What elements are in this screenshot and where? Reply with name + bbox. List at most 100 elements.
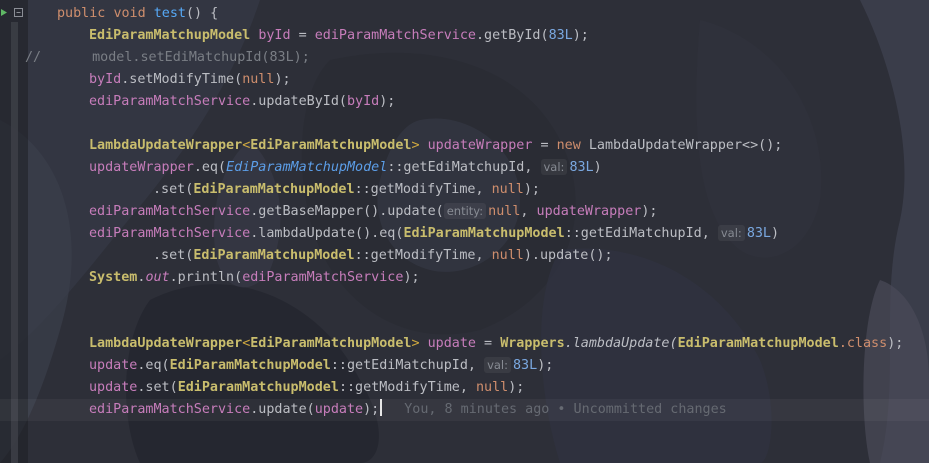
operator: = <box>532 138 557 153</box>
param-hint: entity: <box>443 203 487 219</box>
variable: update <box>89 380 138 395</box>
punctuation: > <box>411 336 428 351</box>
static-field: out <box>145 270 170 285</box>
operator: = <box>476 336 501 351</box>
type-name: EdiParamMatchupModel <box>250 138 412 153</box>
punctuation: ); <box>379 94 396 109</box>
type-name: EdiParamMatchupModel <box>403 226 565 241</box>
commented-code: model.setEdiMatchupId(83L); <box>92 50 310 65</box>
param-hint: val: <box>540 159 568 175</box>
variable: byId <box>347 94 380 109</box>
code-line-13[interactable]: LambdaUpdateWrapper<EdiParamMatchupModel… <box>89 333 903 355</box>
keyword: null <box>488 204 521 219</box>
code-line-8[interactable]: .set(EdiParamMatchupModel::getModifyTime… <box>153 179 540 201</box>
punctuation: ); <box>403 270 420 285</box>
punctuation: ); <box>887 336 904 351</box>
method-ref: ::getEdiMatchupId, <box>330 358 485 373</box>
code-line-11[interactable]: .set(EdiParamMatchupModel::getModifyTime… <box>153 245 613 267</box>
method-call: .lambdaUpdate().eq( <box>250 226 404 241</box>
keyword: void <box>113 6 146 21</box>
punctuation: ); <box>363 402 380 417</box>
punctuation: ); <box>641 204 658 219</box>
method-call: .setModifyTime( <box>121 72 243 87</box>
punctuation: ).update(); <box>523 248 613 263</box>
type-name: EdiParamMatchupModel <box>226 160 388 175</box>
code-line-5[interactable]: ediParamMatchService.updateById(byId); <box>89 91 395 113</box>
operator: = <box>290 28 315 43</box>
code-line-14[interactable]: update.eq(EdiParamMatchupModel::getEdiMa… <box>89 355 553 377</box>
method-call: .set( <box>153 248 194 263</box>
code-line-9[interactable]: ediParamMatchService.getBaseMapper().upd… <box>89 201 657 223</box>
punctuation: ) <box>593 160 602 175</box>
method-call: .eq( <box>137 358 170 373</box>
code-line-6[interactable]: LambdaUpdateWrapper<EdiParamMatchupModel… <box>89 135 782 157</box>
code-line-10[interactable]: ediParamMatchService.lambdaUpdate().eq(E… <box>89 223 779 245</box>
keyword: public <box>57 6 106 21</box>
method-call: .set( <box>137 380 178 395</box>
punctuation: ); <box>274 72 291 87</box>
punctuation: ); <box>523 182 540 197</box>
type-name: EdiParamMatchupModel <box>193 248 355 263</box>
punctuation: , <box>520 204 537 219</box>
punctuation: ) <box>771 226 780 241</box>
code-line-16[interactable]: ediParamMatchService.update(update); You,… <box>89 399 727 421</box>
service-field: ediParamMatchService <box>89 402 251 417</box>
type-name: LambdaUpdateWrapper <box>89 336 243 351</box>
keyword: null <box>476 380 509 395</box>
variable: updateWrapper <box>89 160 194 175</box>
code-line-2[interactable]: EdiParamMatchupModel byId = ediParamMatc… <box>89 25 589 47</box>
keyword: null <box>242 72 275 87</box>
number-literal: 83L <box>746 226 771 241</box>
type-name: EdiParamMatchupModel <box>193 182 355 197</box>
variable: byId <box>89 72 122 87</box>
keyword: new <box>556 138 581 153</box>
method-call: .lambdaUpdate( <box>564 336 678 351</box>
type-name: EdiParamMatchupModel <box>677 336 839 351</box>
code-line-1[interactable]: public void test() { <box>57 3 218 25</box>
number-literal: 83L <box>548 28 573 43</box>
variable: update <box>89 358 138 373</box>
method-ref: ::getEdiMatchupId, <box>564 226 718 241</box>
constructor-call: LambdaUpdateWrapper<>(); <box>580 138 783 153</box>
method-ref: ::getModifyTime, <box>354 182 492 197</box>
variable: byId <box>258 28 291 43</box>
service-field: ediParamMatchService <box>89 94 251 109</box>
type-name: EdiParamMatchupModel <box>169 358 331 373</box>
number-literal: 83L <box>569 160 594 175</box>
keyword: .class <box>838 336 888 351</box>
text-caret <box>380 399 383 416</box>
code-line-4[interactable]: byId.setModifyTime(null); <box>89 69 291 91</box>
service-field: ediParamMatchService <box>89 226 251 241</box>
code-line-7[interactable]: updateWrapper.eq(EdiParamMatchupModel::g… <box>89 157 602 179</box>
code-editor[interactable]: public void test() { EdiParamMatchupMode… <box>0 0 929 463</box>
variable: updateWrapper <box>427 138 533 153</box>
method-call: .getById( <box>476 28 549 43</box>
code-line-12[interactable]: System.out.println(ediParamMatchService)… <box>89 267 420 289</box>
type-name: LambdaUpdateWrapper <box>89 138 243 153</box>
method-ref: ::getModifyTime, <box>354 248 492 263</box>
method-ref: ::getModifyTime, <box>338 380 476 395</box>
punctuation: () { <box>186 6 219 21</box>
variable: update <box>314 402 364 417</box>
variable: update <box>427 336 476 351</box>
type-name: EdiParamMatchupModel <box>177 380 339 395</box>
code-line-3[interactable]: // model.setEdiMatchupId(83L); <box>25 47 310 69</box>
type-name: EdiParamMatchupModel <box>89 28 251 43</box>
keyword: null <box>491 182 524 197</box>
keyword: null <box>491 248 524 263</box>
punctuation: ); <box>508 380 525 395</box>
punctuation: ); <box>572 28 589 43</box>
comment-prefix: // <box>25 50 42 65</box>
type-name: EdiParamMatchupModel <box>250 336 412 351</box>
param-hint: val: <box>484 357 511 373</box>
service-field: ediParamMatchService <box>89 204 251 219</box>
type-name: Wrappers <box>500 336 565 351</box>
service-field: ediParamMatchService <box>314 28 476 43</box>
method-call: .eq( <box>193 160 227 175</box>
number-literal: 83L <box>513 358 538 373</box>
method-call: .println( <box>169 270 243 285</box>
method-ref: ::getEdiMatchupId, <box>387 160 541 175</box>
code-line-15[interactable]: update.set(EdiParamMatchupModel::getModi… <box>89 377 524 399</box>
git-blame-annotation: You, 8 minutes ago • Uncommitted changes <box>404 402 727 417</box>
service-field: ediParamMatchService <box>242 270 404 285</box>
